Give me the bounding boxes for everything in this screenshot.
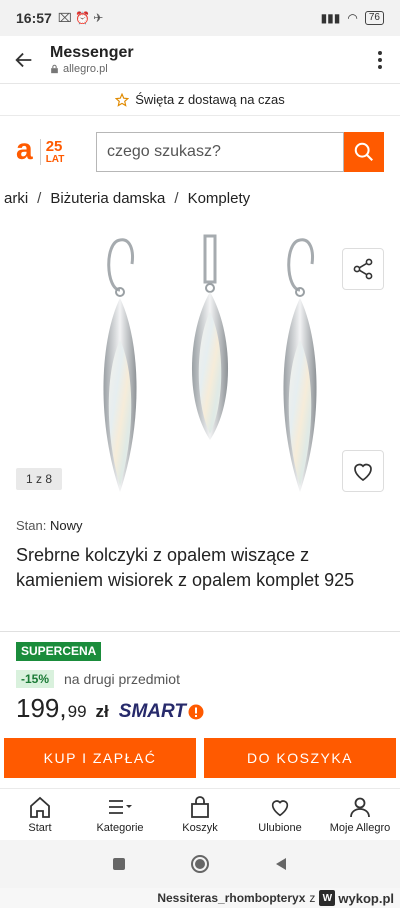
nav-label: Ulubione bbox=[258, 821, 302, 834]
favorite-button[interactable] bbox=[342, 450, 384, 492]
home-icon bbox=[30, 796, 50, 818]
url-text: allegro.pl bbox=[63, 63, 108, 75]
logo-letter: a bbox=[16, 133, 33, 166]
search-button[interactable] bbox=[344, 132, 384, 172]
smart-label: SMART bbox=[118, 701, 186, 722]
condition-value: Nowy bbox=[49, 518, 83, 533]
price-currency: zł bbox=[95, 702, 109, 721]
arrow-left-icon bbox=[15, 52, 32, 67]
heart-icon bbox=[354, 463, 372, 482]
product-condition: Stan: Nowy bbox=[16, 518, 83, 533]
promo-banner[interactable]: Święta z dostawą na czas bbox=[0, 84, 400, 116]
product-image[interactable] bbox=[70, 230, 340, 500]
logo-anniversary-word: LAT bbox=[45, 153, 65, 165]
nav-label: Koszyk bbox=[182, 821, 218, 834]
divider bbox=[0, 631, 400, 632]
user-icon bbox=[350, 797, 370, 817]
search-icon bbox=[354, 142, 373, 161]
search-row: a 25 LAT czego szukasz? bbox=[0, 126, 400, 178]
nav-label: Moje Allegro bbox=[329, 821, 391, 834]
wykop-site: wykop.pl bbox=[338, 890, 394, 906]
search-input[interactable]: czego szukasz? bbox=[96, 132, 344, 172]
price-cents: 99 bbox=[67, 702, 87, 721]
more-menu-button[interactable] bbox=[360, 36, 400, 84]
smart-info-icon bbox=[188, 704, 204, 720]
logo-separator bbox=[39, 139, 41, 165]
nav-item-start[interactable]: Start bbox=[0, 789, 80, 840]
promo-text: Święta z dostawą na czas bbox=[135, 92, 285, 107]
status-bar: 16:57 ⌧ ⏰ ✈ ▮▮▮ ◠ 76 bbox=[0, 0, 400, 36]
status-left: 16:57 ⌧ ⏰ ✈ bbox=[16, 10, 103, 26]
browser-title: Messenger bbox=[50, 44, 134, 61]
breadcrumb-item[interactable]: Komplety bbox=[188, 190, 251, 207]
price-main: 199, bbox=[16, 693, 67, 723]
share-icon bbox=[353, 258, 373, 280]
breadcrumb-separator: / bbox=[174, 190, 179, 207]
signal-icon: ▮▮▮ bbox=[320, 11, 341, 25]
allegro-logo[interactable]: a 25 LAT bbox=[16, 135, 96, 165]
home-circle-icon[interactable] bbox=[190, 854, 210, 874]
discount-badge: -15% bbox=[16, 670, 55, 688]
condition-label: Stan: bbox=[16, 518, 47, 533]
breadcrumb-item[interactable]: Biżuteria damska bbox=[50, 190, 165, 207]
menu-icon bbox=[109, 799, 132, 814]
status-right: ▮▮▮ ◠ 76 bbox=[321, 11, 384, 25]
back-triangle-icon[interactable] bbox=[274, 857, 288, 871]
add-to-cart-button[interactable]: DO KOSZYKA bbox=[204, 738, 396, 778]
bottom-nav: Start Kategorie Koszyk Ulubione Moje All… bbox=[0, 788, 400, 840]
logo-anniversary: 25 LAT bbox=[45, 137, 65, 165]
breadcrumb: arki / Biżuteria damska / Komplety bbox=[0, 190, 400, 212]
action-buttons: KUP I ZAPŁAĆ DO KOSZYKA bbox=[4, 738, 396, 778]
smart-badge: SMART bbox=[119, 701, 204, 723]
lock-icon bbox=[51, 64, 58, 74]
wykop-icon: W bbox=[319, 890, 336, 906]
product-title: Srebrne kolczyki z opalem wiszące z kami… bbox=[16, 545, 355, 590]
status-time: 16:57 bbox=[16, 10, 52, 26]
footer-watermark: Nessiteras_rhombopteryx z W wykop.pl bbox=[0, 888, 400, 908]
notification-icons: ⌧ ⏰ ✈ bbox=[57, 11, 104, 25]
nav-item-cart[interactable]: Koszyk bbox=[160, 789, 240, 840]
price: 199, 99 zł SMART bbox=[16, 693, 204, 724]
back-button[interactable] bbox=[0, 36, 48, 84]
product-gallery[interactable]: 1 z 8 bbox=[0, 226, 400, 504]
bag-icon bbox=[191, 795, 209, 818]
discount-text: na drugi przedmiot bbox=[64, 671, 180, 687]
footer-connector: z bbox=[309, 891, 316, 905]
discount-row: -15% na drugi przedmiot bbox=[16, 670, 180, 688]
browser-titles: Messenger allegro.pl bbox=[48, 43, 360, 76]
nav-item-favorites[interactable]: Ulubione bbox=[240, 789, 320, 840]
nav-label: Kategorie bbox=[96, 821, 144, 834]
nav-item-my-allegro[interactable]: Moje Allegro bbox=[320, 789, 400, 840]
breadcrumb-item[interactable]: arki bbox=[4, 190, 28, 207]
search-placeholder: czego szukasz? bbox=[107, 143, 221, 160]
android-nav-bar bbox=[0, 840, 400, 888]
browser-bar: Messenger allegro.pl bbox=[0, 36, 400, 84]
star-icon bbox=[115, 92, 130, 107]
browser-url: allegro.pl bbox=[50, 62, 360, 76]
wykop-logo: W wykop.pl bbox=[319, 890, 394, 906]
nav-label: Start bbox=[28, 821, 52, 834]
recents-icon[interactable] bbox=[112, 857, 126, 871]
heart-icon bbox=[271, 799, 289, 816]
nav-item-categories[interactable]: Kategorie bbox=[80, 789, 160, 840]
wifi-icon: ◠ bbox=[347, 11, 358, 25]
logo-anniversary-number: 25 bbox=[45, 137, 63, 155]
breadcrumb-separator: / bbox=[37, 190, 42, 207]
footer-username: Nessiteras_rhombopteryx bbox=[157, 891, 306, 905]
battery-icon: 76 bbox=[364, 11, 384, 25]
supercena-badge: SUPERCENA bbox=[16, 642, 102, 661]
share-button[interactable] bbox=[342, 248, 384, 290]
image-counter: 1 z 8 bbox=[16, 468, 62, 490]
buy-now-button[interactable]: KUP I ZAPŁAĆ bbox=[4, 738, 196, 778]
more-vertical-icon bbox=[378, 50, 382, 69]
